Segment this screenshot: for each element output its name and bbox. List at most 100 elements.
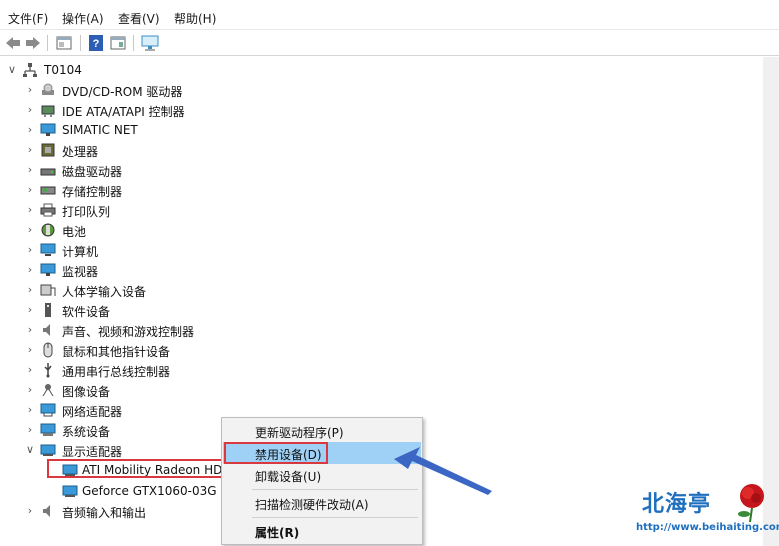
tree-item-label: 打印队列: [62, 205, 111, 219]
display-adapter-icon: [40, 442, 56, 458]
camera-icon: [40, 382, 56, 398]
view-icon[interactable]: [109, 34, 127, 52]
chevron-right-icon[interactable]: ›: [24, 103, 36, 117]
menu-item-update-driver[interactable]: 更新驱动程序(P): [223, 420, 421, 442]
chevron-right-icon[interactable]: ›: [24, 223, 36, 237]
tree-item-printer[interactable]: › 打印队列: [0, 200, 779, 220]
speaker-icon: [40, 503, 56, 519]
storage-controller-icon: [40, 182, 56, 198]
display-adapter-icon: [62, 483, 78, 499]
vertical-scrollbar[interactable]: [763, 57, 779, 546]
chevron-right-icon[interactable]: ›: [24, 263, 36, 277]
tree-item-label: 通用串行总线控制器: [62, 365, 171, 379]
tree-item-processor[interactable]: › 处理器: [0, 140, 779, 160]
chevron-right-icon[interactable]: ›: [24, 83, 36, 97]
chevron-right-icon[interactable]: ›: [24, 363, 36, 377]
chevron-right-icon[interactable]: ›: [24, 504, 36, 518]
svg-text:?: ?: [93, 38, 100, 50]
tree-item-simatic[interactable]: › SIMATIC NET: [0, 120, 779, 140]
processor-icon: [40, 142, 56, 158]
chevron-down-icon[interactable]: ∨: [6, 63, 18, 77]
chevron-right-icon[interactable]: ›: [24, 183, 36, 197]
chevron-right-icon[interactable]: ›: [24, 323, 36, 337]
toolbar-separator: [47, 35, 48, 51]
chevron-right-icon[interactable]: ›: [24, 423, 36, 437]
dvd-drive-icon: [40, 82, 56, 98]
tree-item-monitor[interactable]: › 监视器: [0, 260, 779, 280]
tree-item-hid[interactable]: › 人体学输入设备: [0, 280, 779, 300]
menu-help[interactable]: 帮助(H): [174, 10, 216, 27]
menu-bar: 文件(F) 操作(A) 查看(V) 帮助(H): [0, 0, 779, 30]
mouse-icon: [40, 342, 56, 358]
chevron-right-icon[interactable]: ›: [24, 163, 36, 177]
tree-item-label: 人体学输入设备: [62, 285, 147, 299]
tree-item-software[interactable]: › 软件设备: [0, 300, 779, 320]
tree-root[interactable]: ∨ T0104: [0, 60, 779, 80]
tree-item-sound[interactable]: › 声音、视频和游戏控制器: [0, 320, 779, 340]
chevron-right-icon[interactable]: ›: [24, 303, 36, 317]
help-icon[interactable]: ?: [87, 34, 105, 52]
tree-item-label: DVD/CD-ROM 驱动器: [62, 85, 183, 99]
tree-item-label: 电池: [62, 225, 87, 239]
chevron-right-icon[interactable]: ›: [24, 283, 36, 297]
chevron-right-icon[interactable]: ›: [24, 203, 36, 217]
menu-file[interactable]: 文件(F): [8, 10, 48, 27]
menu-item-label: 更新驱动程序(P): [255, 426, 344, 440]
tree-item-label: 图像设备: [62, 385, 111, 399]
chevron-down-icon[interactable]: ∨: [24, 443, 36, 457]
chevron-right-icon[interactable]: ›: [24, 403, 36, 417]
computer-icon: [40, 242, 56, 258]
tree-item-usb[interactable]: › 通用串行总线控制器: [0, 360, 779, 380]
menu-action[interactable]: 操作(A): [62, 10, 104, 27]
tree-item-dvd[interactable]: › DVD/CD-ROM 驱动器: [0, 80, 779, 100]
disk-drive-icon: [40, 162, 56, 178]
tree-item-label: Geforce GTX1060-03G Se: [82, 484, 236, 498]
tree-item-label: 网络适配器: [62, 405, 123, 419]
tree-item-label: 存储控制器: [62, 185, 123, 199]
chevron-right-icon[interactable]: ›: [24, 383, 36, 397]
properties-icon[interactable]: [55, 34, 73, 52]
tree-item-label: 鼠标和其他指针设备: [62, 345, 171, 359]
usb-icon: [40, 362, 56, 378]
tree-item-computer[interactable]: › 计算机: [0, 240, 779, 260]
network-adapter-icon: [40, 402, 56, 418]
menu-separator: [252, 517, 418, 518]
watermark-logo: 北海亭 http://www.beihaiting.com: [600, 478, 779, 544]
monitor-icon[interactable]: [141, 34, 159, 52]
network-icon: [40, 122, 56, 138]
tree-root-label: T0104: [44, 63, 82, 77]
software-device-icon: [40, 302, 56, 318]
computer-root-icon: [22, 62, 38, 78]
tree-item-label: IDE ATA/ATAPI 控制器: [62, 105, 185, 119]
chevron-right-icon[interactable]: ›: [24, 123, 36, 137]
forward-arrow-icon[interactable]: [24, 34, 42, 52]
tree-item-mouse[interactable]: › 鼠标和其他指针设备: [0, 340, 779, 360]
menu-item-label: 属性(R): [255, 526, 300, 540]
toolbar-separator: [80, 35, 81, 51]
menu-item-label: 扫描检测硬件改动(A): [255, 498, 369, 512]
menu-view[interactable]: 查看(V): [118, 10, 160, 27]
tree-item-storage[interactable]: › 存储控制器: [0, 180, 779, 200]
tree-item-ide[interactable]: › IDE ATA/ATAPI 控制器: [0, 100, 779, 120]
monitor-icon: [40, 262, 56, 278]
tree-item-label: 监视器: [62, 265, 99, 279]
menu-item-label: 卸载设备(U): [255, 470, 322, 484]
annotation-arrow-icon: [394, 447, 492, 495]
tree-item-label: 声音、视频和游戏控制器: [62, 325, 195, 339]
annotation-highlight-box: [47, 459, 229, 478]
watermark-url: http://www.beihaiting.com: [636, 522, 779, 533]
rose-icon: [738, 484, 764, 522]
tree-item-label: 软件设备: [62, 305, 111, 319]
chevron-right-icon[interactable]: ›: [24, 143, 36, 157]
menu-item-properties[interactable]: 属性(R): [223, 520, 421, 542]
tree-item-label: 磁盘驱动器: [62, 165, 123, 179]
tree-item-imaging[interactable]: › 图像设备: [0, 380, 779, 400]
tree-item-battery[interactable]: › 电池: [0, 220, 779, 240]
back-arrow-icon[interactable]: [4, 34, 22, 52]
tree-item-disk[interactable]: › 磁盘驱动器: [0, 160, 779, 180]
chevron-right-icon[interactable]: ›: [24, 243, 36, 257]
tree-item-label: 显示适配器: [62, 445, 123, 459]
chevron-right-icon[interactable]: ›: [24, 343, 36, 357]
tree-item-label: 处理器: [62, 145, 99, 159]
tree-item-label: 音频输入和输出: [62, 506, 147, 520]
